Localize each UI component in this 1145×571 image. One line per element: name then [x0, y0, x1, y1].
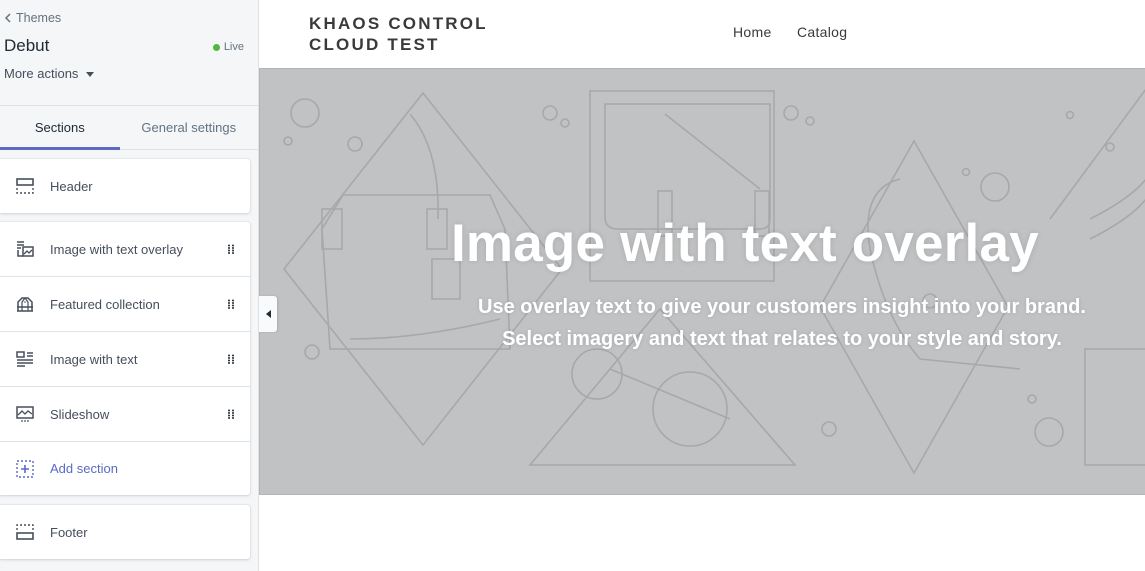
hero-title: Image with text overlay — [451, 214, 1039, 273]
back-to-themes-link[interactable]: Themes — [4, 11, 61, 25]
featured-collection-icon — [15, 294, 35, 314]
section-item-featured-collection[interactable]: Featured collection — [0, 277, 250, 332]
tab-general-settings[interactable]: General settings — [120, 106, 258, 149]
store-logo[interactable]: KHAOS CONTROL CLOUD TEST — [309, 13, 488, 55]
sidebar-tabs: Sections General settings — [0, 106, 258, 150]
drag-handle-icon[interactable] — [227, 409, 235, 419]
theme-editor-sidebar: Themes Debut Live More actions Sections … — [0, 0, 259, 571]
collapse-sidebar-button[interactable] — [259, 296, 277, 332]
hero-subtitle-line1: Use overlay text to give your customers … — [478, 296, 1086, 318]
more-actions-label: More actions — [4, 66, 79, 81]
image-with-text-icon — [15, 349, 35, 369]
drag-handle-icon[interactable] — [227, 354, 235, 364]
live-status-label: Live — [223, 41, 244, 53]
theme-editor: Themes Debut Live More actions Sections … — [0, 0, 1145, 571]
section-item-image-with-text-overlay[interactable]: Image with text overlay — [0, 222, 250, 277]
back-link-label: Themes — [16, 11, 62, 25]
add-section-button[interactable]: Add section — [0, 442, 250, 495]
section-label: Footer — [50, 524, 88, 540]
image-text-overlay-icon — [15, 239, 35, 259]
hero-subtitle: Use overlay text to give your customers … — [410, 291, 1145, 355]
caret-down-icon — [86, 72, 95, 77]
store-name-line1: KHAOS CONTROL — [309, 14, 488, 33]
hero-subtitle-line2: Select imagery and text that relates to … — [502, 328, 1062, 350]
sections-list-card: Image with text overlay Featured collect… — [0, 222, 250, 495]
add-section-label: Add section — [50, 461, 118, 476]
tab-label: General settings — [141, 120, 237, 135]
theme-name: Debut — [4, 36, 50, 55]
drag-handle-icon[interactable] — [227, 244, 235, 254]
section-label: Image with text overlay — [50, 241, 183, 257]
header-layout-icon — [15, 176, 35, 196]
section-label: Featured collection — [50, 296, 160, 312]
sidebar-header: Themes Debut Live More actions — [0, 0, 258, 106]
section-item-slideshow[interactable]: Slideshow — [0, 387, 250, 442]
status-dot-icon — [212, 43, 220, 51]
hero-image-with-text-overlay[interactable]: Image with text overlay Use overlay text… — [259, 68, 1145, 495]
tab-sections[interactable]: Sections — [0, 106, 120, 150]
live-status-badge: Live — [212, 41, 244, 53]
section-item-header[interactable]: Header — [0, 159, 250, 213]
footer-layout-icon — [15, 522, 35, 542]
add-section-icon — [15, 459, 35, 479]
store-preview: KHAOS CONTROL CLOUD TEST Home Catalog Im… — [259, 0, 1145, 571]
footer-section-card: Footer — [0, 505, 250, 559]
section-item-image-with-text[interactable]: Image with text — [0, 332, 250, 387]
store-header: KHAOS CONTROL CLOUD TEST Home Catalog — [260, 0, 1145, 68]
nav-link-catalog[interactable]: Catalog — [797, 24, 847, 40]
header-section-card: Header — [0, 159, 250, 213]
section-item-footer[interactable]: Footer — [0, 505, 250, 559]
tab-label: Sections — [34, 120, 85, 135]
nav-link-home[interactable]: Home — [733, 24, 772, 40]
chevron-left-icon — [4, 13, 11, 23]
drag-handle-icon[interactable] — [227, 299, 235, 309]
section-label: Slideshow — [50, 406, 110, 422]
hero-background-illustration — [282, 89, 1145, 475]
slideshow-icon — [15, 404, 35, 424]
caret-left-icon — [265, 310, 271, 318]
more-actions-dropdown[interactable]: More actions — [4, 66, 95, 81]
store-name-line2: CLOUD TEST — [309, 35, 440, 54]
section-label: Image with text — [50, 351, 138, 367]
section-label: Header — [50, 178, 93, 194]
